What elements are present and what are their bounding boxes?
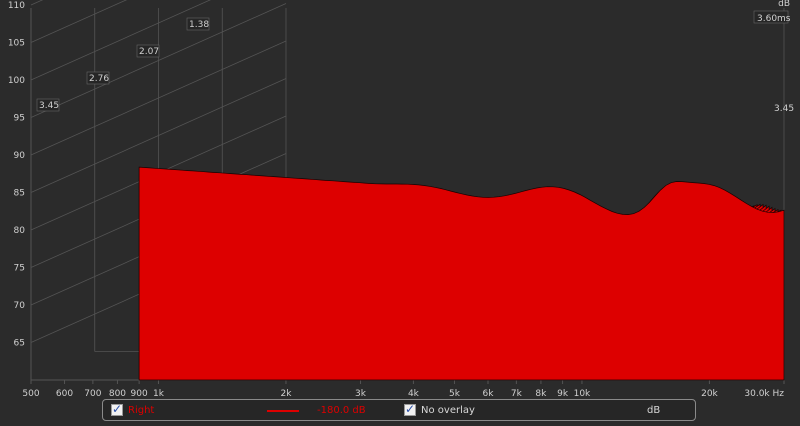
- x-tick-label: 600: [56, 389, 73, 399]
- x-tick-label: 3k: [355, 389, 367, 399]
- y-tick-label: 95: [14, 114, 25, 124]
- x-tick-label: 2k: [280, 389, 292, 399]
- right-channel-label: Right: [128, 405, 155, 416]
- x-tick-label: 20k: [701, 389, 718, 399]
- x-tick-label: 30.0k Hz: [744, 389, 784, 399]
- y-tick-label: 90: [14, 151, 26, 161]
- time-tick-label: 2.07: [139, 47, 159, 57]
- x-tick-label: 500: [22, 389, 39, 399]
- time-tick-label: 1.38: [189, 20, 209, 30]
- waterfall-chart: dB 65 70 75 80 85 90 95 100 105 110 500 600 700 800 900…: [8, 0, 794, 399]
- y-tick-label: 100: [8, 76, 25, 86]
- checkmark-icon: ✓: [112, 402, 123, 416]
- x-tick-label: 900: [131, 389, 148, 399]
- x-tick-label: 4k: [408, 389, 420, 399]
- x-tick-label: 800: [109, 389, 126, 399]
- waterfall-slice: [138, 166, 785, 381]
- x-tick-label: 1k: [153, 389, 165, 399]
- x-tick-label: 700: [84, 389, 101, 399]
- y-tick-label: 65: [14, 339, 25, 349]
- x-tick-label: 9k: [557, 389, 569, 399]
- time-end-label: 3.60ms: [757, 14, 791, 24]
- legend-bar: ✓ Right -180.0 dB ✓ No overlay dB: [102, 399, 696, 421]
- x-tick-label: 10k: [574, 389, 591, 399]
- time-right-label: 3.45: [774, 104, 794, 114]
- x-tick-label: 7k: [511, 389, 523, 399]
- waterfall-slices: [138, 166, 785, 381]
- y-tick-label: 105: [8, 39, 25, 49]
- overlay-checkbox[interactable]: ✓: [404, 402, 416, 416]
- line-swatch: [267, 410, 299, 412]
- y-tick-label: 75: [14, 264, 25, 274]
- y-tick-label: 85: [14, 189, 25, 199]
- x-tick-label: 5k: [449, 389, 461, 399]
- y-tick-label: 80: [14, 226, 26, 236]
- checkmark-icon: ✓: [405, 402, 416, 416]
- y-unit-label: dB: [778, 0, 790, 9]
- time-tick-label: 2.76: [89, 74, 109, 84]
- time-tick-label: 3.45: [39, 101, 59, 111]
- overlay-label: No overlay: [421, 405, 475, 416]
- x-tick-label: 8k: [535, 389, 547, 399]
- y-tick-label: 70: [14, 301, 26, 311]
- line-value-label: -180.0 dB: [317, 405, 366, 416]
- right-channel-checkbox[interactable]: ✓: [111, 402, 123, 416]
- x-tick-label: 6k: [483, 389, 495, 399]
- y-tick-label: 110: [8, 1, 25, 11]
- depth-gridline: [30, 0, 44, 6]
- unit-label: dB: [647, 405, 661, 416]
